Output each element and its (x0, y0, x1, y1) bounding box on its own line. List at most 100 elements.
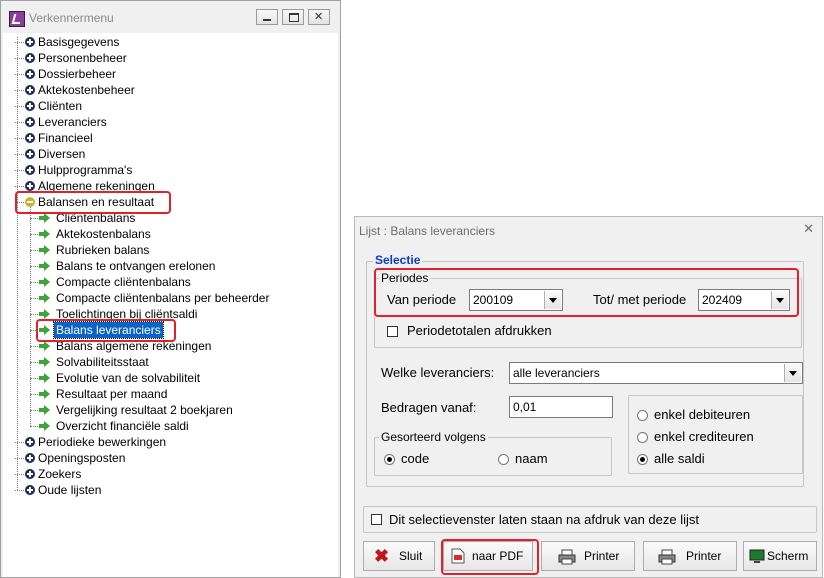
tree-connector (15, 442, 24, 443)
expand-icon[interactable] (25, 117, 35, 127)
tree-item-label: Personenbeheer (38, 51, 127, 65)
dialog-close-icon[interactable]: ✕ (803, 221, 814, 237)
tree-item-label: Periodieke bewerkingen (38, 435, 167, 449)
saldi-debiteuren-label: enkel debiteuren (654, 407, 751, 422)
van-periode-value: 200109 (473, 293, 514, 307)
keep-window-label: Dit selectievenster laten staan na afdru… (389, 512, 700, 527)
tree-item-label: Evolutie van de solvabiliteit (56, 371, 201, 385)
tree-item-label: Toelichtingen bij cliëntsaldi (56, 307, 198, 321)
tree-item-label: Rubrieken balans (56, 243, 150, 257)
tree-connector (30, 218, 38, 219)
naar-pdf-button[interactable]: naar PDF (443, 541, 533, 571)
tree-item-label: Vergelijking resultaat 2 boekjaren (56, 403, 233, 417)
gesorteerd-legend: Gesorteerd volgens (379, 430, 488, 444)
tree-connector (15, 106, 24, 107)
saldi-crediteuren-radio[interactable] (637, 432, 648, 443)
tot-periode-label: Tot/ met periode (593, 292, 687, 307)
expand-icon[interactable] (25, 101, 35, 111)
explorer-titlebar: Verkennermenu (1, 1, 340, 33)
saldi-debiteuren-radio[interactable] (637, 410, 648, 421)
tree-connector (15, 58, 24, 59)
tree-connector (15, 170, 24, 171)
tree-connector (15, 122, 24, 123)
scherm-button[interactable]: Scherm (743, 541, 817, 571)
expand-icon[interactable] (25, 453, 35, 463)
saldi-alle-radio[interactable] (637, 454, 648, 465)
tree-item-label: Financieel (38, 131, 93, 145)
van-periode-select[interactable]: 200109 (469, 289, 563, 311)
tree-connector (30, 378, 38, 379)
keep-window-checkbox[interactable] (371, 514, 382, 525)
selectie-legend: Selectie (373, 253, 423, 267)
expand-icon[interactable] (25, 85, 35, 95)
expand-icon[interactable] (25, 485, 35, 495)
tree-item-label: Openingsposten (38, 451, 126, 465)
welke-leveranciers-label: Welke leveranciers: (381, 365, 495, 380)
tot-periode-select[interactable]: 202409 (698, 289, 790, 311)
tree-connector (30, 410, 38, 411)
expand-icon[interactable] (25, 181, 35, 191)
expand-icon[interactable] (25, 165, 35, 175)
tree-connector (30, 282, 38, 283)
expand-icon[interactable] (25, 53, 35, 63)
tree-item-label: Algemene rekeningen (38, 179, 155, 193)
tree-connector (30, 314, 38, 315)
tree-item-label: Cliëntenbalans (56, 211, 136, 225)
printer-button-1[interactable]: Printer (541, 541, 635, 571)
tree-connector (15, 458, 24, 459)
periodetotalen-checkbox[interactable] (387, 326, 398, 337)
chevron-down-icon[interactable] (784, 364, 801, 382)
tree-connector (15, 154, 24, 155)
printer-button-2[interactable]: Printer (643, 541, 737, 571)
printer-icon (658, 549, 676, 565)
tree-connector (15, 138, 24, 139)
tree-guide-line (17, 37, 18, 490)
periodetotalen-label: Periodetotalen afdrukken (407, 323, 552, 338)
tree-item-label: Balans te ontvangen erelonen (56, 259, 216, 273)
sort-naam-label: naam (515, 451, 548, 466)
sluit-button-label: Sluit (399, 549, 423, 563)
tree-connector (30, 234, 38, 235)
welke-leveranciers-select[interactable]: alle leveranciers (509, 362, 803, 384)
printer-icon (558, 549, 576, 565)
expand-icon[interactable] (25, 133, 35, 143)
bedragen-label: Bedragen vanaf: (381, 400, 477, 415)
tree-connector (30, 298, 38, 299)
tree-item-label: Aktekostenbeheer (38, 83, 135, 97)
sort-naam-radio[interactable] (498, 454, 509, 465)
maximize-button[interactable] (282, 9, 304, 25)
tree-connector (30, 394, 38, 395)
printer-button-1-label: Printer (584, 549, 620, 563)
collapse-icon[interactable] (25, 197, 35, 207)
app-icon (9, 11, 25, 27)
explorer-title: Verkennermenu (29, 11, 114, 25)
tree-connector (15, 186, 24, 187)
expand-icon[interactable] (25, 37, 35, 47)
expand-icon[interactable] (25, 469, 35, 479)
welke-leveranciers-value: alle leveranciers (513, 366, 600, 380)
close-button[interactable] (308, 9, 330, 25)
tree-item-label: Balansen en resultaat (38, 195, 155, 209)
expand-icon[interactable] (25, 69, 35, 79)
tree-item-label: Overzicht financiële saldi (56, 419, 189, 433)
tree-connector (30, 346, 38, 347)
naar-pdf-button-label: naar PDF (472, 549, 524, 563)
chevron-down-icon[interactable] (771, 291, 788, 309)
sluit-button[interactable]: ✖ Sluit (363, 541, 435, 571)
sort-code-label: code (401, 451, 430, 466)
close-x-icon: ✖ (374, 546, 390, 566)
dialog-title: Lijst : Balans leveranciers (359, 224, 496, 238)
tree-connector (30, 426, 38, 427)
minimize-button[interactable] (256, 9, 278, 25)
chevron-down-icon[interactable] (544, 291, 561, 309)
tree-item-label: Balans algemene rekeningen (56, 339, 212, 353)
sort-code-radio[interactable] (384, 454, 395, 465)
expand-icon[interactable] (25, 437, 35, 447)
expand-icon[interactable] (25, 149, 35, 159)
tree-connector (30, 330, 38, 331)
dialog-window: Lijst : Balans leveranciers ✕ Selectie P… (354, 216, 823, 578)
tree-item-label: Compacte cliëntenbalans (56, 275, 191, 289)
bedragen-input[interactable]: 0,01 (509, 396, 613, 418)
tree-connector (30, 362, 38, 363)
tree-item-label: Resultaat per maand (56, 387, 168, 401)
